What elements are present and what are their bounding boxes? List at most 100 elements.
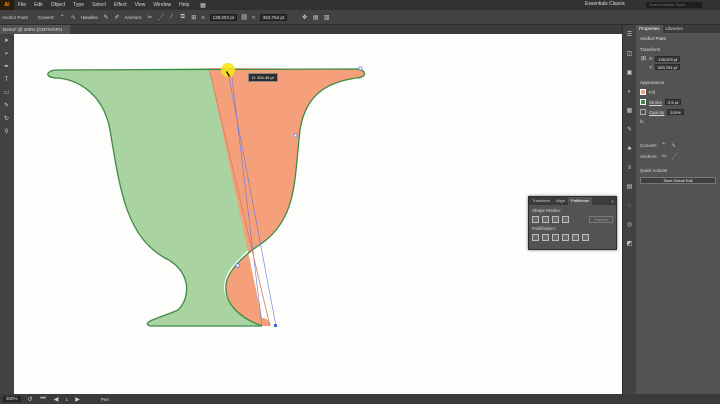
rectangle-tool-icon[interactable]: ▭ bbox=[3, 89, 10, 96]
menu-edit[interactable]: Edit bbox=[30, 0, 47, 10]
selection-tool-icon[interactable]: ➤ bbox=[3, 37, 10, 44]
zoom-tool-icon[interactable]: ⚲ bbox=[3, 128, 10, 135]
menu-object[interactable]: Object bbox=[47, 0, 69, 10]
search-input[interactable]: Search Adobe Stock bbox=[646, 2, 702, 8]
document-tab[interactable]: Demo* @ 300% (CMYK/GPU Preview) × bbox=[0, 25, 70, 41]
direct-selection-tool-icon[interactable]: ➢ bbox=[3, 50, 10, 57]
x-field[interactable]: 138,003 pt bbox=[209, 13, 237, 21]
y-field[interactable]: 353,764 pt bbox=[259, 13, 288, 21]
handles-label: Handles: bbox=[80, 14, 99, 20]
tools-panel: ➤ ➢ ✒ T ▭ ✎ ↻ ⚲ bbox=[0, 34, 14, 394]
stroke-weight-field[interactable]: 0,5 pt bbox=[665, 99, 682, 105]
workspace-switcher[interactable]: Essentials Classic bbox=[585, 1, 625, 7]
opacity-field[interactable]: 100% bbox=[667, 109, 684, 115]
next-artboard-icon[interactable]: ▶ bbox=[74, 396, 81, 403]
graphic-styles-icon[interactable]: ◩ bbox=[626, 240, 633, 247]
link-icon[interactable]: ⛓ bbox=[241, 14, 249, 21]
fx-button[interactable]: fx. bbox=[640, 119, 716, 124]
anchor-point[interactable] bbox=[358, 66, 363, 71]
tab-pathfinder[interactable]: Pathfinder bbox=[567, 197, 593, 205]
isolate-icon[interactable]: ⧉ bbox=[179, 14, 186, 21]
convert-smooth-icon[interactable]: ∿ bbox=[670, 142, 677, 149]
libraries-icon[interactable]: ▣ bbox=[626, 69, 633, 76]
pen-tool-icon[interactable]: ✒ bbox=[3, 63, 10, 70]
convert-label: Convert: bbox=[37, 14, 55, 20]
anchors-label: Anchors: bbox=[124, 14, 143, 20]
opacity-label[interactable]: Opacity bbox=[649, 110, 664, 115]
color-icon[interactable]: ◐ bbox=[626, 88, 633, 95]
menu-type[interactable]: Type bbox=[69, 0, 88, 10]
menu-help[interactable]: Help bbox=[175, 0, 193, 10]
merge-icon[interactable] bbox=[552, 234, 559, 241]
tab-align[interactable]: Align bbox=[553, 197, 568, 205]
stroke-swatch[interactable] bbox=[640, 99, 646, 105]
prev-artboard-icon[interactable]: ◀ bbox=[53, 396, 60, 403]
anchor-point[interactable] bbox=[293, 133, 298, 138]
prop-y-field[interactable]: 353,764 pt bbox=[655, 64, 680, 70]
layers-icon[interactable]: ◫ bbox=[626, 50, 633, 57]
anchor-point[interactable] bbox=[235, 263, 240, 268]
stroke-label[interactable]: Stroke bbox=[649, 100, 662, 105]
pathfinder-tabs: Transform Align Pathfinder ≡ bbox=[529, 197, 616, 205]
measure-tooltip: D: 324,45 pt bbox=[248, 73, 278, 82]
app-logo: Ai bbox=[0, 0, 14, 10]
remove-anchor-icon[interactable]: ✂ bbox=[146, 14, 153, 21]
fill-swatch[interactable] bbox=[640, 89, 646, 95]
tab-properties[interactable]: Properties bbox=[636, 25, 663, 33]
tab-bar bbox=[0, 25, 622, 34]
minus-front-icon[interactable] bbox=[542, 216, 549, 223]
remove-anchor-icon[interactable]: ✂ bbox=[661, 153, 668, 160]
unite-icon[interactable] bbox=[532, 216, 539, 223]
prop-x-field[interactable]: 138,003 pt bbox=[655, 55, 681, 62]
menu-file[interactable]: File bbox=[14, 0, 30, 10]
zoom-field[interactable]: 300% bbox=[3, 396, 21, 402]
transparency-icon[interactable]: ◌ bbox=[626, 202, 633, 209]
cut-path-icon[interactable]: ⁄ bbox=[168, 14, 175, 21]
expand-button[interactable]: Expand bbox=[589, 216, 613, 223]
prop-anchors-label: Anchors: bbox=[640, 154, 658, 159]
hide-handles-icon[interactable]: ✐ bbox=[114, 14, 121, 21]
type-tool-icon[interactable]: T bbox=[3, 76, 10, 83]
brush-tool-icon[interactable]: ✎ bbox=[3, 102, 10, 109]
menu-view[interactable]: View bbox=[131, 0, 150, 10]
menu-effect[interactable]: Effect bbox=[110, 0, 131, 10]
properties-icon[interactable]: ☰ bbox=[626, 31, 633, 38]
gradient-icon[interactable]: ▤ bbox=[626, 183, 633, 190]
rotate-tool-icon[interactable]: ↻ bbox=[3, 115, 10, 122]
symbols-icon[interactable]: ♣ bbox=[626, 145, 633, 152]
anchor-point-selected[interactable] bbox=[274, 324, 277, 327]
trim-icon[interactable] bbox=[542, 234, 549, 241]
outline-icon[interactable] bbox=[572, 234, 579, 241]
distribute-icon[interactable]: ▥ bbox=[323, 14, 330, 21]
appearance-icon[interactable]: ◎ bbox=[626, 221, 633, 228]
rotate-view-icon[interactable]: ↺ bbox=[27, 396, 34, 403]
panel-menu-icon[interactable]: ≡ bbox=[609, 198, 616, 205]
minus-back-icon[interactable] bbox=[582, 234, 589, 241]
artboard-number[interactable]: 1 bbox=[66, 397, 69, 402]
exclude-icon[interactable] bbox=[562, 216, 569, 223]
brushes-icon[interactable]: ✎ bbox=[626, 126, 633, 133]
connect-anchors-icon[interactable]: ⋰ bbox=[157, 14, 164, 21]
menu-select[interactable]: Select bbox=[88, 0, 110, 10]
tab-transform[interactable]: Transform bbox=[529, 197, 553, 205]
divide-icon[interactable] bbox=[532, 234, 539, 241]
reference-point-icon[interactable]: ⊞ bbox=[190, 14, 197, 21]
start-global-edit-button[interactable]: Start Global Edit bbox=[640, 177, 716, 184]
menu-window[interactable]: Window bbox=[149, 0, 175, 10]
convert-corner-icon[interactable]: ⌃ bbox=[660, 142, 667, 149]
reference-point-icon[interactable]: ⊞ bbox=[640, 55, 647, 62]
intersect-icon[interactable] bbox=[552, 216, 559, 223]
crop-icon[interactable] bbox=[562, 234, 569, 241]
stroke-icon[interactable]: ≡ bbox=[626, 164, 633, 171]
arrange-documents-icon[interactable]: ▦ bbox=[199, 2, 206, 9]
convert-smooth-icon[interactable]: ∿ bbox=[70, 14, 77, 21]
transform-icon[interactable]: ✥ bbox=[301, 14, 308, 21]
connect-anchors-icon[interactable]: ⋰ bbox=[671, 153, 678, 160]
align-icon[interactable]: ▤ bbox=[312, 14, 319, 21]
swatches-icon[interactable]: ▦ bbox=[626, 107, 633, 114]
first-artboard-icon[interactable]: ⏮ bbox=[40, 396, 47, 403]
tab-libraries[interactable]: Libraries bbox=[663, 25, 686, 33]
current-tool: Pen bbox=[101, 396, 110, 402]
show-handles-icon[interactable]: ✎ bbox=[103, 14, 110, 21]
convert-corner-icon[interactable]: ⌃ bbox=[59, 14, 66, 21]
